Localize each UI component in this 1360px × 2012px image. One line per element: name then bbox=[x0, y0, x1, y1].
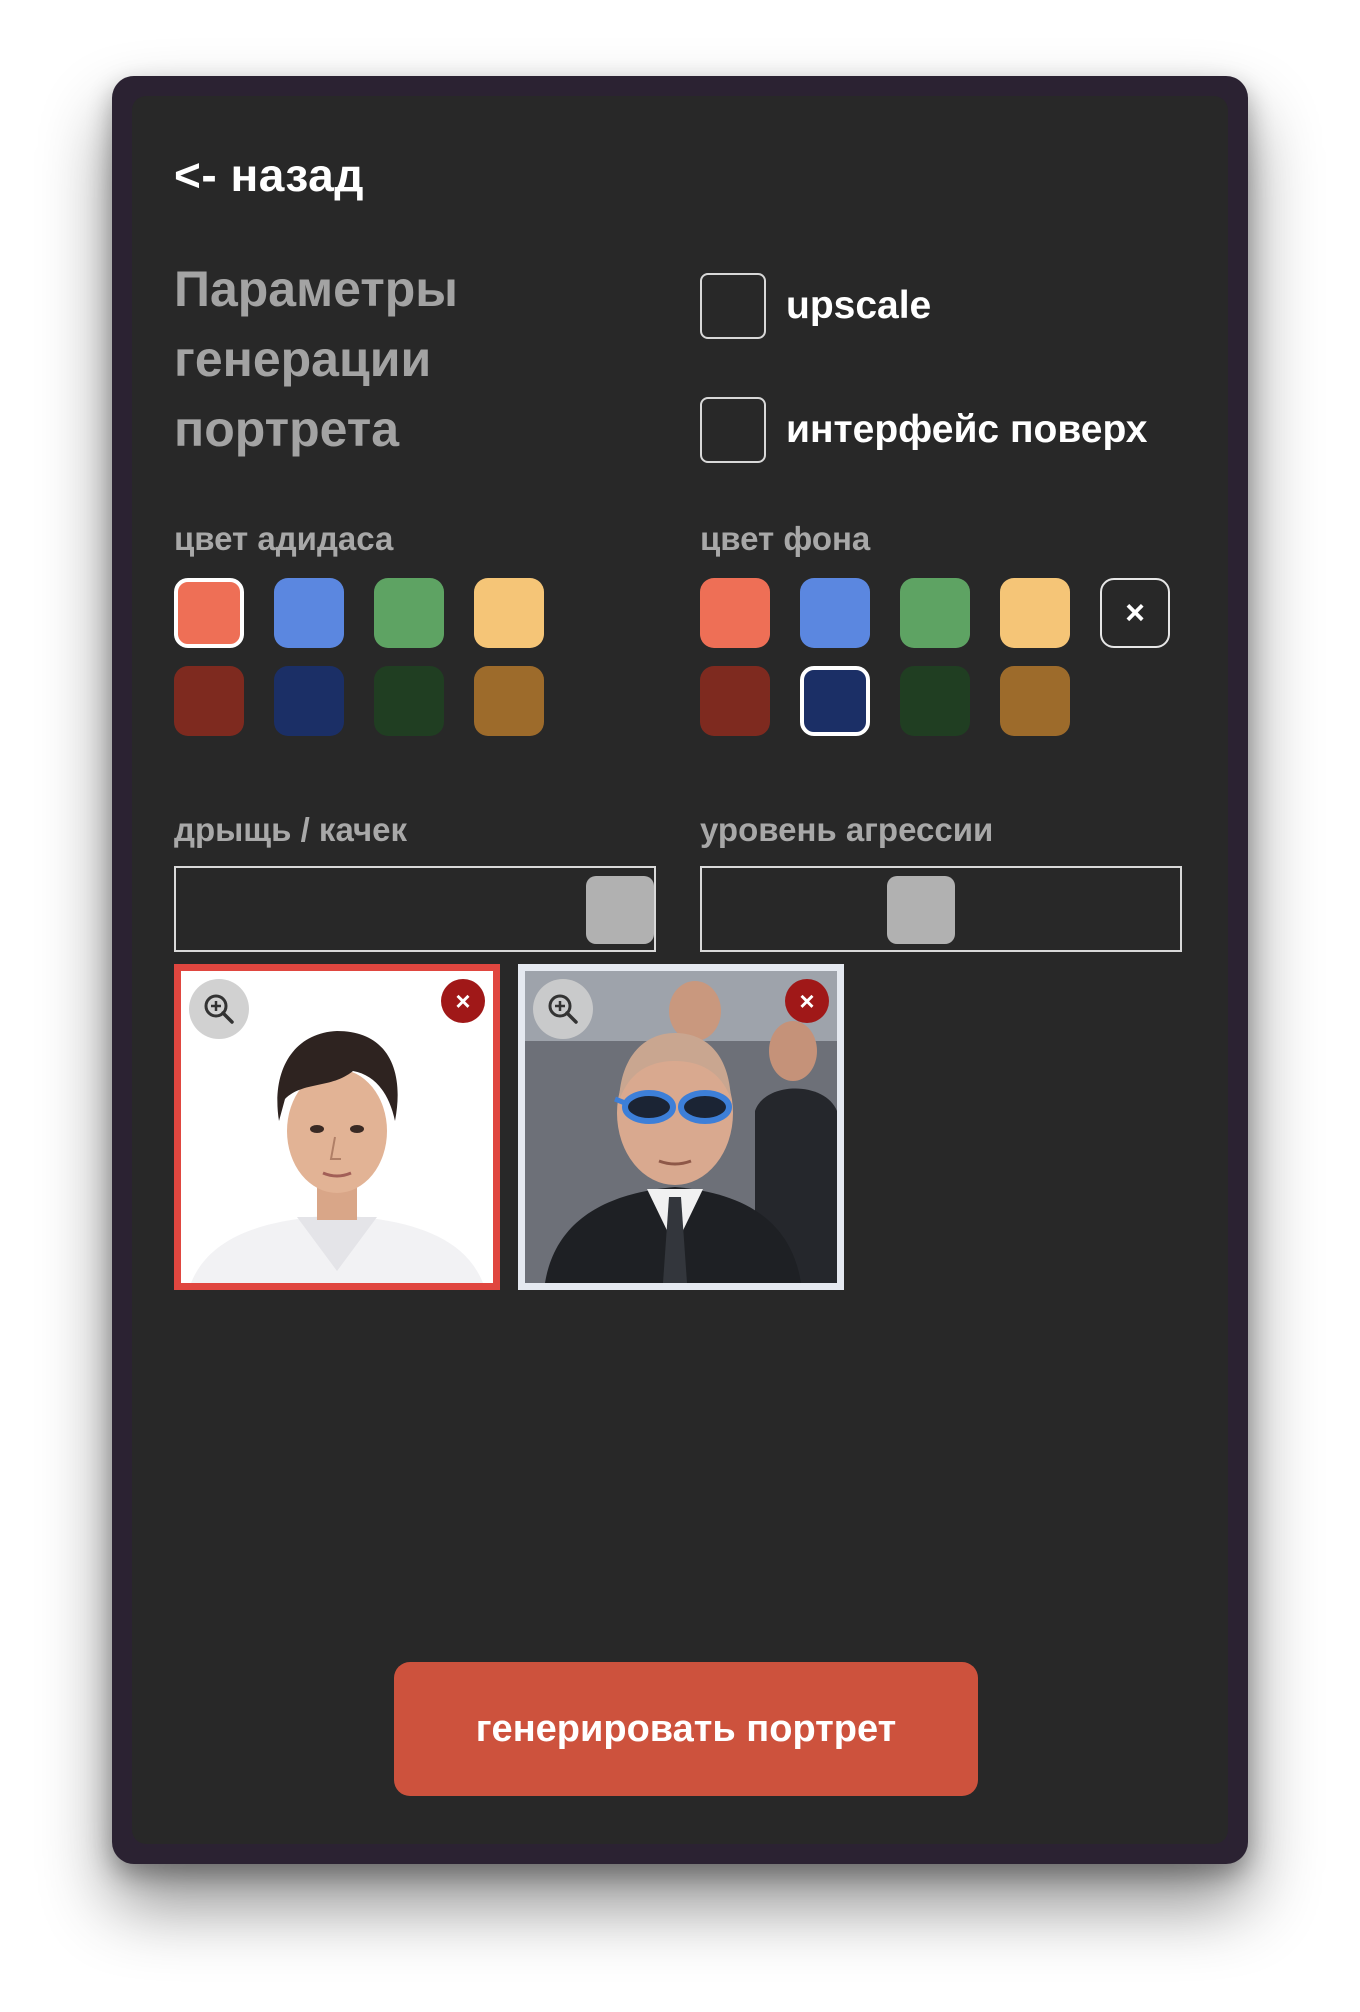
background-clear-button[interactable]: × bbox=[1100, 578, 1170, 648]
build-slider-thumb[interactable] bbox=[586, 876, 654, 944]
adidas-swatch-dark-green[interactable] bbox=[374, 666, 444, 736]
adidas-swatch-coral[interactable] bbox=[174, 578, 244, 648]
settings-panel: <- назад Параметры генерации портрета up… bbox=[132, 96, 1228, 1844]
adidas-color-label: цвет адидаса bbox=[174, 520, 394, 557]
generate-portrait-button[interactable]: генерировать портрет bbox=[394, 1662, 978, 1796]
adidas-swatch-blue[interactable] bbox=[274, 578, 344, 648]
adidas-swatch-dark-red[interactable] bbox=[174, 666, 244, 736]
remove-photo-button[interactable]: × bbox=[785, 979, 829, 1023]
background-swatch-green[interactable] bbox=[900, 578, 970, 648]
aggression-slider[interactable] bbox=[700, 866, 1182, 952]
background-swatch-dark-red[interactable] bbox=[700, 666, 770, 736]
build-slider[interactable] bbox=[174, 866, 656, 952]
page-title-line: портрета bbox=[174, 401, 400, 457]
overlay-label: интерфейс поверх bbox=[786, 408, 1148, 451]
adidas-swatch-navy[interactable] bbox=[274, 666, 344, 736]
background-swatch-brown[interactable] bbox=[1000, 666, 1070, 736]
page-title-line: Параметры bbox=[174, 261, 458, 317]
upscale-checkbox[interactable] bbox=[700, 273, 766, 339]
adidas-swatch-yellow[interactable] bbox=[474, 578, 544, 648]
back-link[interactable]: <- назад bbox=[174, 148, 364, 202]
background-color-label: цвет фона bbox=[700, 520, 871, 557]
upscale-label: upscale bbox=[786, 284, 932, 327]
remove-photo-button[interactable]: × bbox=[441, 979, 485, 1023]
build-slider-label: дрыщь / качек bbox=[174, 811, 407, 848]
upscale-option[interactable]: upscale bbox=[700, 273, 931, 339]
overlay-option[interactable]: интерфейс поверх bbox=[700, 397, 1147, 463]
page-title-line: генерации bbox=[174, 331, 432, 387]
background-swatch-yellow[interactable] bbox=[1000, 578, 1070, 648]
page-title: Параметры генерации портрета bbox=[174, 254, 634, 464]
background-swatch-dark-green[interactable] bbox=[900, 666, 970, 736]
background-swatch-navy[interactable] bbox=[800, 666, 870, 736]
aggression-slider-label: уровень агрессии bbox=[700, 811, 994, 848]
zoom-in-icon[interactable] bbox=[189, 979, 249, 1039]
zoom-in-icon[interactable] bbox=[533, 979, 593, 1039]
app-window: <- назад Параметры генерации портрета up… bbox=[112, 76, 1248, 1864]
photo-man-sunglasses[interactable]: × bbox=[518, 964, 844, 1290]
background-swatch-coral[interactable] bbox=[700, 578, 770, 648]
photo-young-man[interactable]: × bbox=[174, 964, 500, 1290]
adidas-swatch-brown[interactable] bbox=[474, 666, 544, 736]
overlay-checkbox[interactable] bbox=[700, 397, 766, 463]
background-swatch-blue[interactable] bbox=[800, 578, 870, 648]
aggression-slider-thumb[interactable] bbox=[887, 876, 955, 944]
adidas-swatch-green[interactable] bbox=[374, 578, 444, 648]
